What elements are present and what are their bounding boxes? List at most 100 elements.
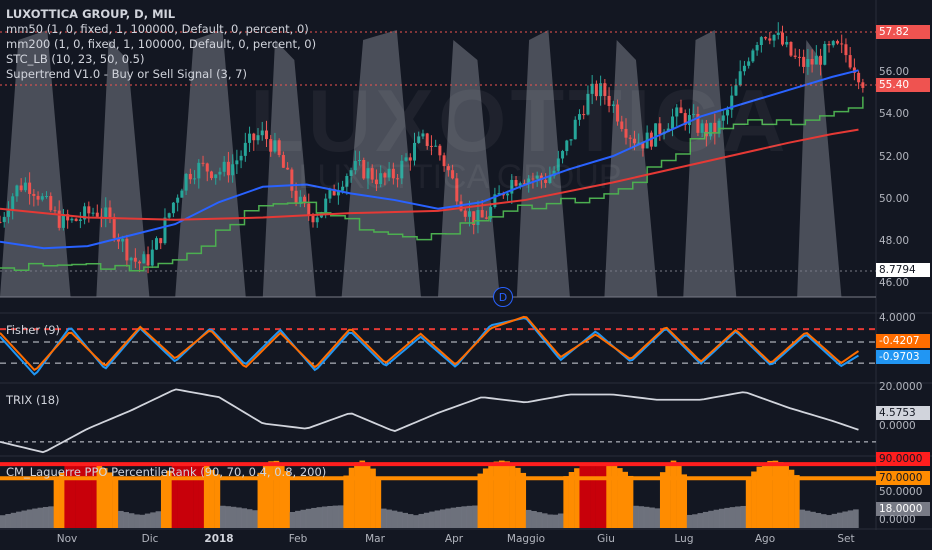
price-legend: LUXOTTICA GROUP, D, MIL mm50 (1, 0, fixe…: [6, 7, 316, 82]
laguerre-bar: [128, 513, 135, 528]
legend-mm200[interactable]: mm200 (1, 0, fixed, 1, 100000, Default, …: [6, 37, 316, 52]
laguerre-bar: [794, 475, 800, 528]
laguerre-bar: [826, 515, 832, 528]
laguerre-bar: [219, 505, 226, 528]
candle-body: [793, 55, 797, 57]
laguerre-bar: [729, 507, 736, 528]
laguerre-bar: [236, 507, 242, 528]
laguerre-bar: [327, 505, 333, 528]
laguerre-bar: [643, 506, 650, 528]
laguerre-title[interactable]: CM_Laguerre PPO PercentileRank (90, 70, …: [6, 465, 326, 479]
candle-body: [823, 44, 827, 65]
laguerre-bar: [59, 472, 65, 528]
candle-body: [214, 174, 218, 179]
laguerre-bar: [708, 510, 714, 528]
laguerre-bar: [509, 463, 516, 528]
candle-body: [463, 210, 467, 217]
laguerre-bar: [48, 506, 54, 528]
candle-body: [235, 160, 239, 165]
candle-body: [785, 41, 789, 45]
laguerre-bar: [853, 509, 859, 528]
laguerre-bar: [547, 514, 553, 528]
candle-body: [197, 162, 201, 179]
laguerre-bar: [112, 477, 119, 528]
laguerre-bar: [450, 507, 457, 528]
laguerre-bar: [466, 505, 473, 528]
x-label: Ago: [754, 533, 776, 545]
candle-body: [188, 173, 192, 180]
laguerre-bar: [423, 512, 430, 528]
laguerre-bar: [32, 508, 38, 528]
candle-body: [814, 55, 818, 65]
candle-body: [32, 193, 36, 196]
candle-body: [87, 206, 91, 214]
candle-body: [819, 55, 823, 65]
laguerre-bar: [434, 510, 441, 528]
legend-stc[interactable]: STC_LB (10, 23, 50, 0.5): [6, 52, 316, 67]
candle-body: [142, 254, 146, 264]
candle-body: [159, 238, 163, 244]
laguerre-bar: [697, 513, 704, 528]
laguerre-bar: [407, 514, 414, 528]
candle-body: [747, 61, 751, 66]
laguerre-bar: [295, 510, 301, 528]
laguerre-bar: [611, 464, 618, 528]
laguerre-bar: [579, 462, 586, 528]
axis-tick: 4.0000: [879, 312, 916, 324]
laguerre-bar: [681, 474, 688, 528]
candle-body: [28, 182, 32, 194]
laguerre-bar: [343, 475, 349, 528]
price-label-55: 55.40: [876, 78, 930, 92]
laguerre-bar: [541, 513, 548, 528]
laguerre-bar: [5, 514, 11, 528]
candle-body: [806, 58, 810, 67]
candle-body: [45, 196, 49, 198]
dividend-badge[interactable]: D: [493, 287, 513, 307]
laguerre-bar: [498, 460, 505, 528]
laguerre-bar: [241, 508, 248, 528]
fisher-value-label: -0.9703: [876, 350, 930, 364]
laguerre-bar: [531, 510, 537, 528]
laguerre-70-label: 70.0000: [876, 471, 930, 485]
laguerre-bar: [724, 507, 730, 528]
laguerre-bar: [332, 505, 339, 528]
laguerre-bar: [354, 462, 360, 528]
laguerre-bar: [627, 475, 634, 528]
laguerre-bar: [638, 506, 645, 528]
laguerre-bar: [584, 462, 591, 528]
laguerre-bar: [380, 508, 387, 528]
trix-title[interactable]: TRIX (18): [6, 393, 60, 407]
laguerre-bar: [134, 514, 140, 528]
price-axis[interactable]: 56.00 54.00 52.00 50.00 48.00 46.00 57.8…: [876, 0, 932, 530]
candle-body: [789, 41, 793, 56]
candle-body: [848, 55, 852, 68]
laguerre-bar: [783, 465, 789, 528]
symbol-title[interactable]: LUXOTTICA GROUP, D, MIL: [6, 7, 316, 22]
laguerre-bar: [375, 476, 382, 528]
laguerre-bar: [842, 511, 848, 528]
candle-body: [0, 221, 2, 223]
candle-body: [167, 213, 171, 218]
axis-tick: 52.00: [879, 151, 910, 163]
candle-body: [780, 32, 784, 45]
laguerre-bar: [445, 508, 451, 528]
candle-body: [827, 44, 831, 46]
candle-body: [324, 198, 328, 213]
axis-tick: 20.0000: [879, 381, 923, 393]
candle-body: [180, 190, 184, 198]
candle-body: [176, 197, 180, 203]
legend-mm50[interactable]: mm50 (1, 0, fixed, 1, 100000, Default, 0…: [6, 22, 316, 37]
x-label: Dic: [141, 533, 159, 545]
fisher-title[interactable]: Fisher (9): [6, 323, 60, 337]
trix-value-label: 4.5753: [876, 406, 930, 420]
laguerre-bar: [525, 509, 532, 528]
laguerre-bar: [810, 511, 816, 528]
laguerre-bar: [429, 511, 435, 528]
laguerre-bar: [735, 506, 741, 528]
candle-body: [150, 249, 154, 266]
candle-body: [768, 38, 772, 41]
candle-body: [209, 171, 213, 179]
axis-tick: 0.0000: [879, 420, 916, 432]
laguerre-bar: [439, 509, 446, 528]
legend-supertrend[interactable]: Supertrend V1.0 - Buy or Sell Signal (3,…: [6, 67, 316, 82]
